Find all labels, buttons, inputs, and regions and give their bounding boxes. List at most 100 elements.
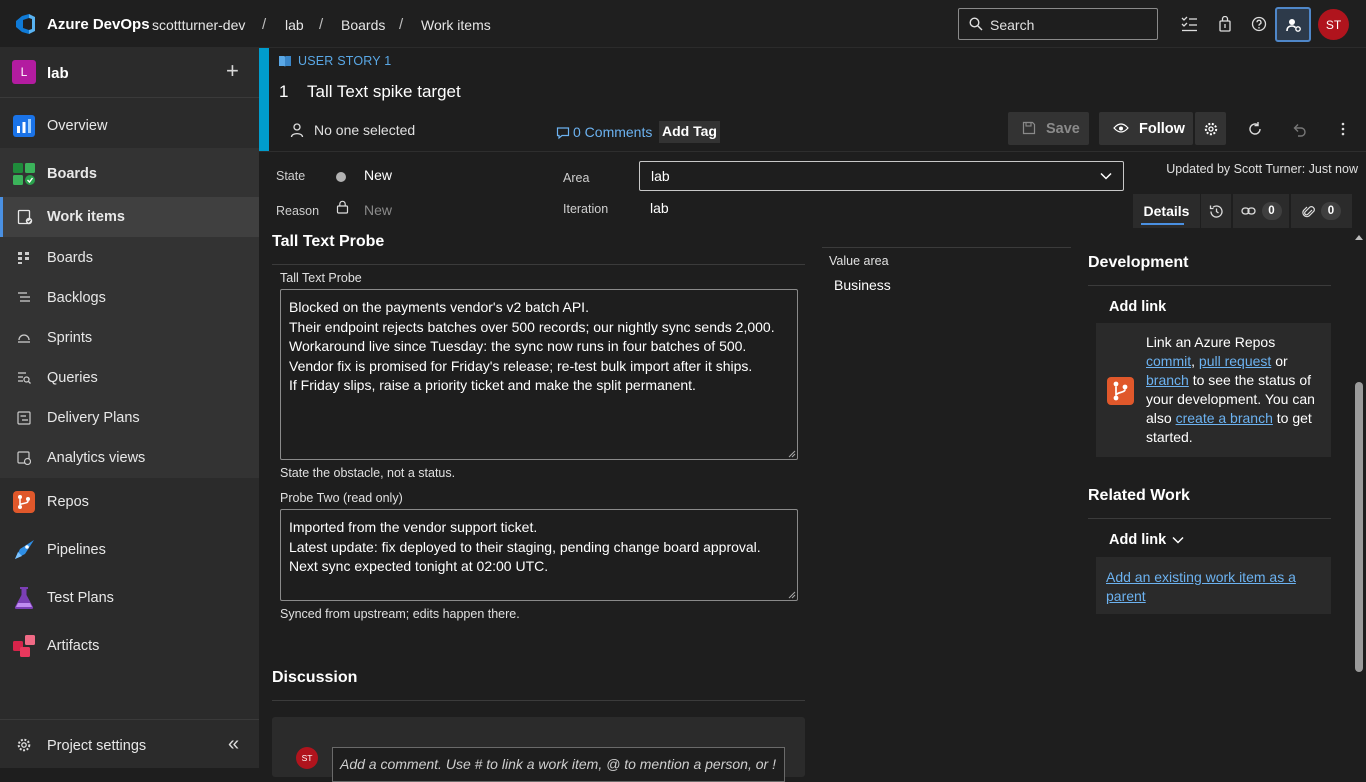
related-add-link[interactable]: Add link [1109,532,1166,548]
work-items-icon [17,209,33,225]
user-avatar[interactable]: ST [1318,9,1349,40]
probe2-textarea[interactable]: Imported from the vendor support ticket.… [280,509,798,601]
chevron-down-icon[interactable] [1171,535,1185,545]
commit-link[interactable]: commit [1146,353,1191,369]
sidebar-item-sprints[interactable]: Sprints [0,318,259,358]
gear-icon [17,738,31,752]
search-placeholder: Search [990,17,1035,33]
assignee-picker[interactable]: No one selected [314,122,415,138]
probe-textarea[interactable]: Blocked on the payments vendor's v2 batc… [280,289,798,460]
comment-input[interactable]: Add a comment. Use # to link a work item… [332,747,785,782]
backlogs-icon [18,292,30,302]
paperclip-icon [1302,205,1315,217]
boards-icon [13,163,35,185]
iteration-value[interactable]: lab [650,200,669,216]
tab-links[interactable]: 0 [1233,194,1289,228]
area-dropdown[interactable]: lab [639,161,1124,191]
work-item-title[interactable]: Tall Text spike target [307,82,461,102]
tab-attachments[interactable]: 0 [1291,194,1352,228]
book-icon [279,56,291,67]
add-parent-link[interactable]: Add an existing work item as a parent [1106,568,1316,606]
sidebar-item-analytics-views[interactable]: Analytics views [0,438,259,478]
resize-handle-icon[interactable] [788,450,796,458]
tab-history[interactable] [1201,194,1231,228]
resize-handle-icon[interactable] [788,591,796,599]
follow-button[interactable]: Follow [1099,112,1193,145]
development-title: Development [1088,254,1189,271]
breadcrumb-work-items[interactable]: Work items [421,17,491,33]
value-area-value[interactable]: Business [834,277,891,293]
comment-icon [556,127,570,140]
project-header[interactable]: L lab + [0,48,259,98]
repos-icon [13,491,35,513]
work-item-type-label[interactable]: USER STORY 1 [298,54,391,68]
development-add-link[interactable]: Add link [1109,299,1166,315]
marketplace-bag-icon[interactable] [1213,12,1237,36]
comments-link[interactable]: 0 Comments [573,124,652,140]
add-tag-button[interactable]: Add Tag [659,121,720,143]
collapse-sidebar-icon[interactable]: « [228,733,239,756]
help-icon[interactable] [1247,12,1271,36]
delivery-plans-icon [17,411,31,425]
sidebar-item-label: Pipelines [47,542,106,558]
azure-devops-logo[interactable] [14,13,36,35]
sidebar-item-artifacts[interactable]: Artifacts [0,624,259,668]
task-list-icon[interactable] [1177,12,1201,36]
breadcrumb-organization[interactable]: scottturner-dev [152,17,245,33]
breadcrumb-boards[interactable]: Boards [341,17,385,33]
breadcrumb-separator: / [319,16,324,33]
kanban-icon [18,252,29,264]
person-icon [290,123,304,138]
search-box[interactable]: Search [958,8,1158,40]
text-line: Their endpoint rejects batches over 500 … [289,318,775,335]
project-settings[interactable]: Project settings « [0,719,259,767]
sidebar-item-boards-sub[interactable]: Boards [0,238,259,278]
state-value[interactable]: New [364,167,392,183]
user-settings-icon [1286,19,1301,32]
text-line: Vendor fix is promised for Friday's rele… [289,357,753,374]
discussion-title: Discussion [272,669,358,686]
tab-details-label: Details [1143,203,1190,219]
section-divider [1088,518,1331,519]
breadcrumb-project[interactable]: lab [285,17,304,33]
undo-icon[interactable] [1290,120,1308,138]
links-count: 0 [1261,202,1282,220]
sidebar-item-work-items[interactable]: Work items [0,197,259,237]
section-divider [272,700,805,701]
scrollbar[interactable] [1352,230,1366,768]
section-title: Tall Text Probe [272,233,385,250]
sidebar-item-label: Backlogs [47,290,106,306]
work-item-settings-button[interactable] [1195,112,1226,145]
sidebar-item-backlogs[interactable]: Backlogs [0,278,259,318]
sidebar-item-boards[interactable]: Boards [0,152,259,196]
user-settings-button[interactable] [1275,7,1311,42]
pull-request-link[interactable]: pull request [1199,353,1271,369]
more-actions-icon[interactable] [1334,120,1352,138]
sidebar-item-repos[interactable]: Repos [0,480,259,524]
tab-details[interactable]: Details [1133,194,1200,228]
create-branch-link[interactable]: create a branch [1176,410,1273,426]
sidebar-item-test-plans[interactable]: Test Plans [0,576,259,620]
sidebar-item-delivery-plans[interactable]: Delivery Plans [0,398,259,438]
text-line: Blocked on the payments vendor's v2 batc… [289,299,589,315]
probe-field-label: Tall Text Probe [280,271,362,285]
state-indicator [336,172,346,182]
top-bar: Azure DevOps scottturner-dev / lab / Boa… [0,0,1366,48]
brand-name[interactable]: Azure DevOps [47,16,150,33]
sidebar-item-pipelines[interactable]: Pipelines [0,528,259,572]
sidebar-item-overview[interactable]: Overview [0,104,259,148]
refresh-icon[interactable] [1246,120,1264,138]
sprints-icon [18,334,30,343]
scroll-thumb[interactable] [1355,382,1363,672]
sidebar-item-queries[interactable]: Queries [0,358,259,398]
boards-section: Boards Work items Boards Backlogs Sprint… [0,148,259,478]
save-label: Save [1046,120,1080,137]
analytics-icon [17,451,31,465]
sidebar-item-label: Artifacts [47,638,100,654]
work-item-id: 1 [279,82,289,101]
branch-link[interactable]: branch [1146,372,1189,388]
scroll-up-icon[interactable] [1355,234,1363,240]
add-icon[interactable]: + [226,60,239,82]
save-button[interactable]: Save [1008,112,1089,145]
eye-icon [1113,123,1129,133]
